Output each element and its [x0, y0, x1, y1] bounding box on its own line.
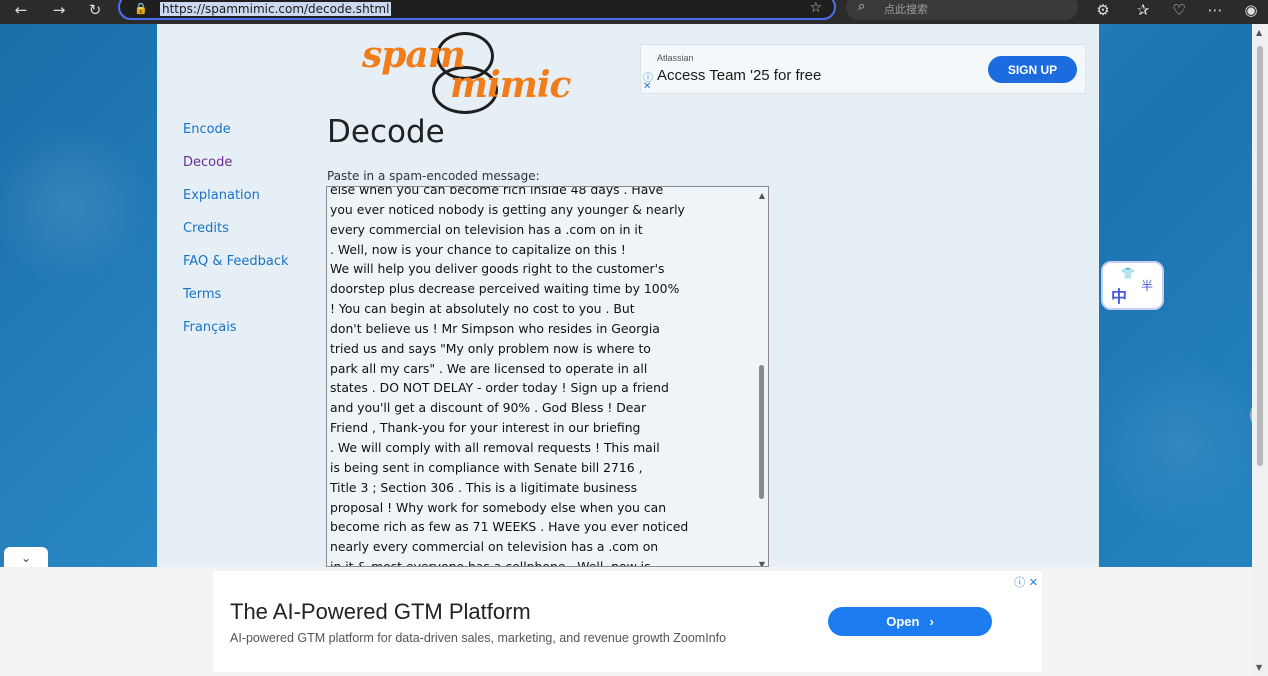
message-line: in it & most everyone has a cellphone . … — [330, 559, 651, 567]
bottom-ad-banner: ⓘ ✕ The AI-Powered GTM Platform AI-power… — [0, 567, 1252, 676]
message-line: proposal ! Why work for somebody else wh… — [330, 499, 667, 515]
forward-icon[interactable]: → — [46, 0, 72, 20]
nav-item-explanation[interactable]: Explanation — [183, 188, 289, 221]
favorite-star-icon[interactable]: ☆ — [809, 0, 822, 16]
performance-icon[interactable]: ♡ — [1166, 0, 1192, 20]
nav-item-decode[interactable]: Decode — [183, 155, 289, 188]
lock-icon: 🔒 — [134, 2, 148, 15]
bottom-ad-content[interactable]: ⓘ ✕ The AI-Powered GTM Platform AI-power… — [213, 571, 1042, 672]
window-scroll-down-icon[interactable]: ▼ — [1256, 663, 1262, 672]
address-bar[interactable]: 🔒 https://spammimic.com/decode.shtml ☆ — [118, 0, 836, 20]
message-line: Friend , Thank-you for your interest in … — [330, 420, 641, 436]
logo-word-mimic: mimic — [450, 64, 571, 106]
message-line: park all my cars" . We are licensed to o… — [330, 360, 648, 376]
scroll-up-arrow-icon[interactable]: ▲ — [759, 191, 765, 200]
back-icon[interactable]: ← — [8, 0, 34, 20]
search-icon: ⌕ — [858, 0, 866, 14]
message-line: and you'll get a discount of 90% . God B… — [330, 400, 647, 416]
copilot-icon[interactable]: ◉ — [1238, 0, 1264, 20]
message-line: tried us and says "My only problem now i… — [330, 340, 651, 356]
page-title: Decode — [327, 114, 445, 150]
message-line: We will help you deliver goods right to … — [330, 261, 665, 277]
top-ad-banner[interactable]: ⓘ ✕ Atlassian Access Team '25 for free S… — [640, 44, 1086, 94]
message-line: you ever noticed nobody is getting any y… — [330, 201, 685, 217]
ad-brand: Atlassian — [657, 53, 694, 63]
scroll-down-arrow-icon[interactable]: ▼ — [759, 560, 765, 566]
message-line: nearly every commercial on television ha… — [330, 539, 659, 555]
message-text[interactable]: else when you can become rich inside 48 … — [330, 186, 755, 567]
nav-item-faq-feedback[interactable]: FAQ & Feedback — [183, 254, 289, 287]
ime-width-mode: 半 — [1141, 279, 1154, 293]
window-scroll-up-icon[interactable]: ▲ — [1256, 28, 1262, 37]
message-line: every commercial on television has a .co… — [330, 221, 643, 237]
browser-toolbar: ← → ↻ 🔒 https://spammimic.com/decode.sht… — [0, 0, 1268, 24]
message-line: Title 3 ; Section 306 . This is a ligiti… — [330, 479, 638, 495]
message-line: become rich as few as 71 WEEKS . Have yo… — [330, 519, 689, 535]
bottom-ad-headline[interactable]: The AI-Powered GTM Platform — [230, 599, 531, 625]
nav-item-credits[interactable]: Credits — [183, 221, 289, 254]
message-line: doorstep plus decrease perceived waiting… — [330, 281, 680, 297]
chevron-down-icon: ⌄ — [20, 551, 32, 565]
shirt-icon: 👕 — [1121, 267, 1135, 280]
decode-prompt-label: Paste in a spam-encoded message: — [327, 169, 540, 183]
nav-item-terms[interactable]: Terms — [183, 287, 289, 320]
more-menu-icon[interactable]: ⋯ — [1202, 0, 1228, 20]
browser-search-box[interactable]: ⌕ 点此搜索 — [846, 0, 1078, 20]
extensions-icon[interactable]: ⚙ — [1090, 0, 1116, 20]
spammimic-logo[interactable]: spam mimic — [362, 28, 582, 114]
message-line: don't believe us ! Mr Simpson who reside… — [330, 320, 660, 336]
message-line: else when you can become rich inside 48 … — [330, 186, 664, 197]
nav-item-francais[interactable]: Français — [183, 320, 289, 353]
textarea-scrollbar[interactable]: ▲ ▼ — [754, 187, 768, 566]
bottom-ad-open-button[interactable]: Open › — [828, 607, 992, 636]
ad-signup-button[interactable]: SIGN UP — [988, 56, 1077, 83]
nav-item-encode[interactable]: Encode — [183, 122, 289, 155]
message-line: . We will comply with all removal reques… — [330, 439, 660, 455]
message-line: . Well, now is your chance to capitalize… — [330, 241, 626, 257]
message-line: states . DO NOT DELAY - order today ! Si… — [330, 380, 669, 396]
spam-message-textarea[interactable]: else when you can become rich inside 48 … — [326, 186, 769, 567]
favorites-icon[interactable]: ✰ — [1130, 0, 1156, 20]
textarea-scroll-thumb[interactable] — [759, 365, 764, 499]
collapse-ad-button[interactable]: ⌄ — [4, 547, 48, 569]
message-line: is being sent in compliance with Senate … — [330, 459, 643, 475]
bottom-ad-subtext: AI-powered GTM platform for data-driven … — [230, 631, 727, 645]
ime-language: 中 — [1111, 287, 1128, 306]
page-content: spam mimic ⓘ ✕ Atlassian Access Team '25… — [157, 24, 1099, 567]
sidebar-nav: Encode Decode Explanation Credits FAQ & … — [183, 122, 289, 353]
search-placeholder: 点此搜索 — [884, 3, 928, 16]
ime-widget[interactable]: 👕 中 半 — [1101, 261, 1164, 310]
open-label: Open — [886, 614, 920, 629]
window-scrollbar[interactable]: ▲ ▼ — [1252, 24, 1268, 676]
ad-headline[interactable]: Access Team '25 for free — [657, 67, 821, 84]
url-text[interactable]: https://spammimic.com/decode.shtml — [160, 2, 392, 16]
ad-close-icon[interactable]: ✕ — [643, 81, 651, 92]
chevron-right-icon: › — [929, 614, 934, 629]
reload-icon[interactable]: ↻ — [82, 0, 108, 20]
window-scroll-thumb[interactable] — [1257, 46, 1263, 466]
ad-info-close-icons[interactable]: ⓘ ✕ — [1014, 574, 1038, 590]
message-line: ! You can begin at absolutely no cost to… — [330, 301, 635, 317]
